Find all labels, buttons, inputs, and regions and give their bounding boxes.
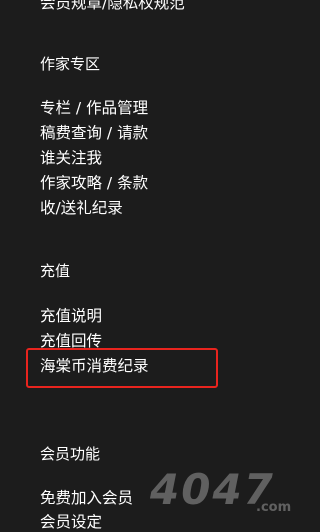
recharge-info-link[interactable]: 充值说明: [40, 306, 102, 326]
column-works-management-link[interactable]: 专栏 / 作品管理: [40, 98, 148, 118]
side-menu: 会员规章/隐私权规范 作家专区 专栏 / 作品管理 稿费查询 / 请款 谁关注我…: [0, 0, 307, 531]
writer-guide-link[interactable]: 作家攻略 / 条款: [40, 173, 148, 193]
writer-section-heading: 作家专区: [40, 55, 101, 73]
member-rules-link[interactable]: 会员规章/隐私权规范: [40, 0, 185, 13]
who-follows-me-link[interactable]: 谁关注我: [40, 148, 102, 168]
recharge-section-heading: 充值: [40, 262, 71, 280]
highlight-box: [26, 348, 218, 388]
member-section-heading: 会员功能: [40, 445, 101, 463]
join-member-link[interactable]: 免费加入会员: [40, 488, 133, 508]
watermark-domain: .com: [256, 500, 291, 514]
watermark-logo: 4047 .com: [149, 465, 291, 514]
member-settings-link[interactable]: 会员设定: [40, 512, 102, 532]
gift-records-link[interactable]: 收/送礼纪录: [40, 198, 123, 218]
royalty-query-link[interactable]: 稿费查询 / 请款: [40, 123, 148, 143]
